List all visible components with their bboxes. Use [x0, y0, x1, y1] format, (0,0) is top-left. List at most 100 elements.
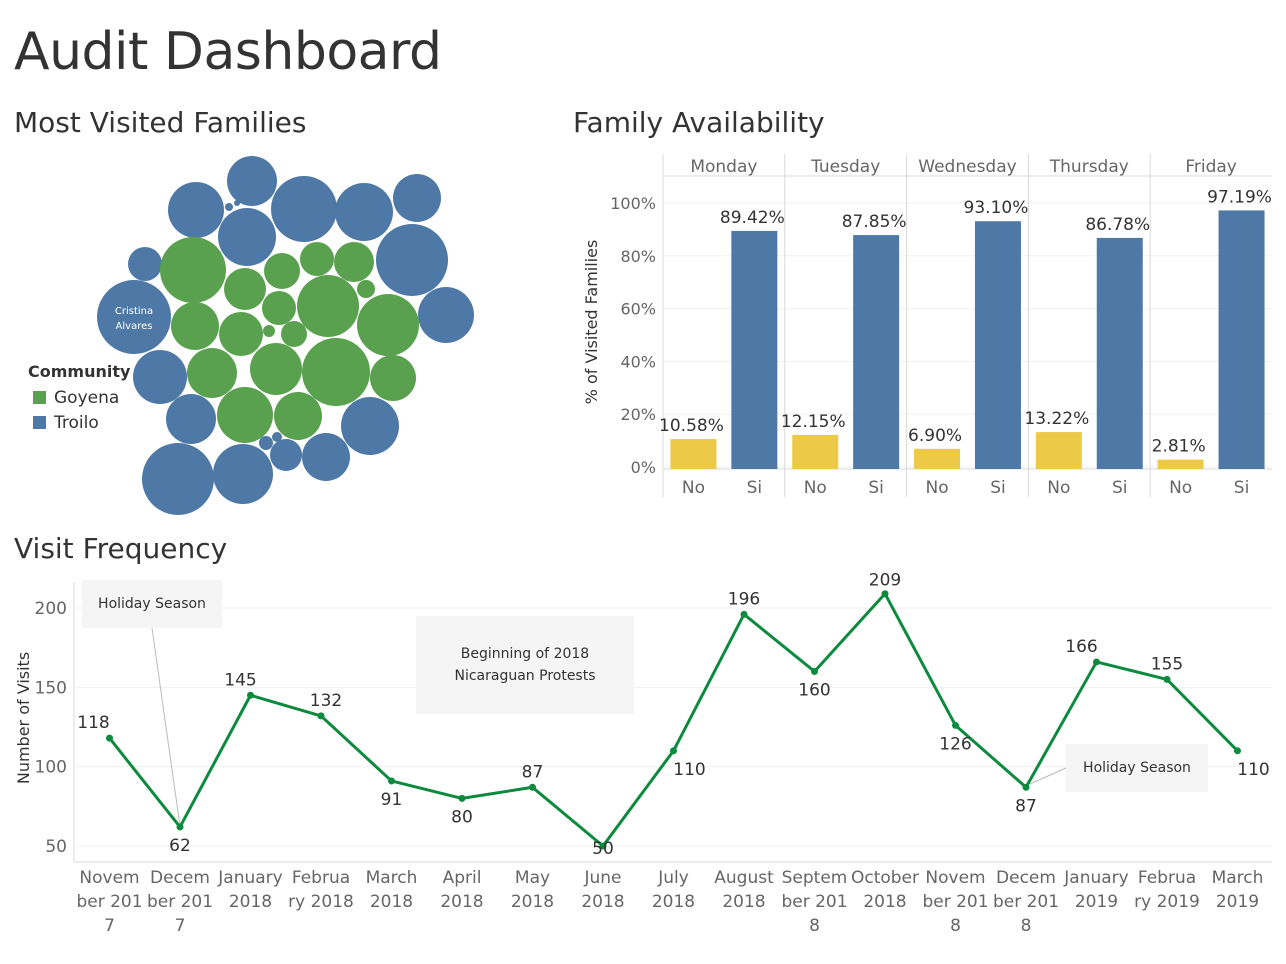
frequency-data-label: 87: [522, 762, 544, 782]
frequency-x-tick-label-line: 2019: [1215, 892, 1260, 912]
frequency-y-tick-label: 150: [35, 678, 67, 698]
frequency-data-point: [458, 794, 466, 802]
frequency-x-tick-label-line: 2018: [510, 892, 555, 912]
frequency-data-point: [670, 747, 677, 755]
frequency-x-tick-label-line: Februa: [291, 868, 351, 888]
frequency-data-label: 110: [1237, 760, 1269, 780]
frequency-x-tick-label-line: July: [658, 868, 689, 888]
annotation-holiday-season-2018: Holiday Season: [1066, 744, 1208, 792]
frequency-x-tick-label-line: Novem: [79, 868, 140, 888]
frequency-x-tick-label: Decem ber 201 7: [145, 866, 215, 938]
frequency-chart: 50 100 150 200 118 62 145 132 91 80 87 50 110 196 160 2…: [14, 571, 1272, 863]
frequency-x-tick-label-line: 2018: [651, 892, 696, 912]
frequency-data-point: [881, 590, 889, 598]
frequency-data-label: 87: [1015, 796, 1037, 816]
frequency-x-tick-label-line: Novem: [925, 868, 986, 888]
frequency-x-tick-label: August 2018: [709, 866, 779, 914]
frequency-data-point: [247, 691, 254, 699]
frequency-data-label: 132: [310, 691, 342, 711]
frequency-data-point: [529, 783, 536, 791]
frequency-x-tick-label-line: Decem: [996, 868, 1056, 888]
frequency-x-tick-label-line: March: [365, 868, 418, 888]
frequency-x-tick-label: April 2018: [427, 866, 497, 914]
frequency-data-label: 155: [1151, 654, 1183, 674]
frequency-data-point: [1163, 675, 1171, 683]
frequency-x-tick-label: Februa ry 2019: [1132, 866, 1202, 914]
frequency-data-point: [1022, 783, 1030, 791]
frequency-x-tick-label-line: ber 201: [146, 892, 214, 912]
annotation-holiday-season-2017: Holiday Season: [82, 580, 222, 628]
frequency-line-series: [108, 592, 1239, 848]
frequency-x-tick-label: March 2019: [1203, 866, 1273, 914]
frequency-x-tick-label-line: ber 201: [992, 892, 1060, 912]
frequency-x-tick-label-line: October: [850, 868, 920, 888]
frequency-data-point: [1093, 658, 1100, 666]
frequency-x-tick-label-line: ry 2019: [1134, 892, 1200, 912]
frequency-x-tick-label: July 2018: [639, 866, 709, 914]
frequency-x-tick-label-line: 7: [174, 916, 186, 936]
frequency-data-label: 160: [798, 680, 830, 700]
frequency-x-tick-label-line: May: [514, 868, 551, 888]
frequency-x-tick-label: Novem ber 201 7: [75, 866, 145, 938]
frequency-data-label: 110: [673, 760, 705, 780]
frequency-data-label: 91: [381, 790, 403, 810]
frequency-data-label: 196: [728, 589, 760, 609]
frequency-x-tick-label-line: 8: [950, 916, 961, 936]
frequency-data-label: 126: [939, 734, 971, 754]
frequency-x-tick-label-line: 2018: [440, 892, 484, 912]
frequency-x-tick-label-line: 8: [809, 916, 820, 936]
frequency-x-tick-label-line: ber 201: [922, 892, 989, 912]
frequency-x-tick-label-line: Februa: [1137, 868, 1197, 888]
frequency-data-point: [811, 667, 818, 675]
annotation-nicaraguan-protests-text: Beginning of 2018 Nicaraguan Protests: [454, 646, 596, 684]
frequency-x-tick-label-line: March: [1211, 868, 1264, 888]
frequency-data-point: [952, 721, 959, 729]
frequency-data-point: [1234, 747, 1241, 755]
frequency-data-label: 62: [169, 836, 191, 856]
frequency-x-tick-label-line: June: [584, 868, 622, 888]
frequency-data-label: 145: [224, 670, 256, 690]
frequency-x-tick-label: Decem ber 201 8: [991, 866, 1061, 938]
frequency-y-tick-label: 50: [45, 837, 67, 857]
frequency-data-label: 80: [451, 807, 473, 827]
frequency-data-label: 166: [1065, 637, 1097, 657]
frequency-x-tick-label-line: ber 201: [76, 892, 143, 912]
frequency-x-tick-label-line: 2018: [581, 892, 625, 912]
frequency-x-tick-label-line: 2018: [228, 892, 273, 912]
frequency-y-tick-label: 200: [35, 599, 67, 619]
frequency-data-label: 50: [592, 839, 614, 859]
frequency-x-tick-label-line: 2018: [863, 892, 907, 912]
frequency-x-tick-label-line: April: [442, 868, 482, 888]
frequency-x-tick-label: Novem ber 201 8: [921, 866, 991, 938]
frequency-data-point: [388, 777, 395, 785]
frequency-x-tick-label-line: 2018: [722, 892, 766, 912]
annotation-nicaraguan-protests: Beginning of 2018 Nicaraguan Protests: [416, 616, 634, 714]
frequency-x-tick-label-line: ry 2018: [288, 892, 354, 912]
frequency-x-tick-label: Februa ry 2018: [286, 866, 356, 914]
frequency-data-point: [317, 712, 325, 720]
frequency-x-tick-label-line: Septem: [781, 868, 848, 888]
frequency-x-tick-label-line: 2019: [1074, 892, 1119, 912]
frequency-x-tick-label: January 2018: [216, 866, 286, 914]
frequency-x-tick-label-line: 7: [104, 916, 115, 936]
frequency-data-point: [176, 823, 184, 831]
frequency-x-tick-label: Septem ber 201 8: [780, 866, 850, 938]
frequency-x-tick-label-line: August: [714, 868, 774, 888]
frequency-data-label: 209: [869, 571, 901, 591]
frequency-y-tick-label: 100: [35, 758, 67, 778]
frequency-x-tick-label: January 2019: [1062, 866, 1132, 914]
frequency-x-tick-label-line: January: [218, 868, 283, 888]
frequency-x-tick-label: June 2018: [568, 866, 638, 914]
frequency-data-label: 118: [77, 713, 109, 733]
frequency-x-tick-label-line: 8: [1020, 916, 1032, 936]
frequency-x-tick-label-line: 2018: [369, 892, 414, 912]
frequency-x-tick-label-line: January: [1064, 868, 1129, 888]
frequency-x-tick-label: October 2018: [850, 866, 920, 914]
frequency-data-point: [740, 610, 748, 618]
frequency-data-point: [106, 734, 113, 742]
frequency-x-tick-label-line: Decem: [150, 868, 210, 888]
frequency-y-axis-label: Number of Visits: [14, 652, 33, 784]
frequency-x-tick-label: May 2018: [498, 866, 568, 914]
frequency-x-tick-label: March 2018: [357, 866, 427, 914]
frequency-x-tick-label-line: ber 201: [781, 892, 848, 912]
